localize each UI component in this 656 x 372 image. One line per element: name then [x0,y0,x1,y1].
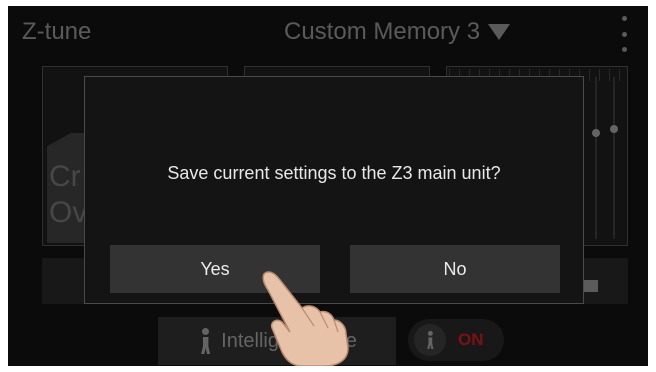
app-screen: Z-tune Custom Memory 3 Cr Ov Intelligent… [8,6,648,366]
dialog-message: Save current settings to the Z3 main uni… [167,163,501,183]
no-button-label: No [443,258,467,279]
no-button[interactable]: No [350,245,560,293]
pointing-hand-icon [262,271,349,366]
yes-button-label: Yes [200,258,230,279]
